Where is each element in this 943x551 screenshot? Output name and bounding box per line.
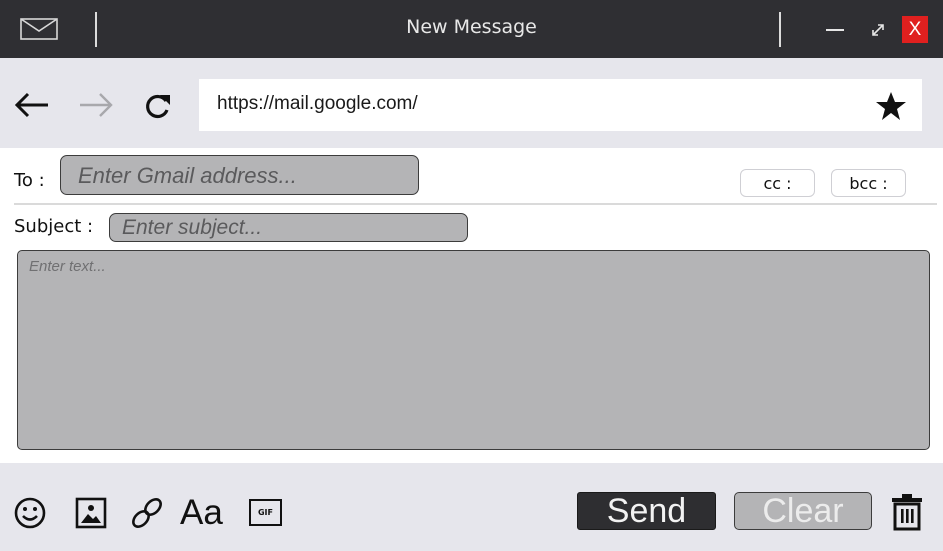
url-text: https://mail.google.com/ [217, 93, 418, 114]
send-button[interactable]: Send [577, 492, 716, 530]
window-title: New Message [406, 16, 537, 38]
subject-label: Subject : [14, 216, 94, 237]
compose-panel: To : Enter Gmail address... cc : bcc : S… [0, 148, 943, 463]
title-separator-right [779, 12, 781, 47]
browser-navbar: https://mail.google.com/ [0, 58, 943, 148]
reload-icon[interactable] [144, 92, 172, 120]
trash-icon[interactable] [891, 493, 923, 531]
minimize-icon [826, 29, 844, 31]
divider [14, 203, 937, 205]
maximize-button[interactable] [868, 16, 888, 44]
arrow-left-icon[interactable] [14, 92, 50, 118]
star-icon[interactable] [875, 91, 907, 121]
cc-button[interactable]: cc : [740, 169, 815, 197]
smiley-icon[interactable] [14, 497, 46, 529]
bcc-button[interactable]: bcc : [831, 169, 906, 197]
message-body-input[interactable]: Enter text... [17, 250, 930, 450]
title-bar: New Message X [0, 0, 943, 58]
compose-toolbar: Aa GIF Send Clear [0, 463, 943, 551]
arrow-right-icon[interactable] [78, 92, 114, 118]
minimize-button[interactable] [824, 16, 846, 44]
maximize-icon [872, 24, 884, 36]
subject-input[interactable]: Enter subject... [109, 213, 468, 242]
gif-label: GIF [257, 508, 273, 517]
gif-icon[interactable]: GIF [249, 499, 282, 526]
close-button[interactable]: X [902, 16, 928, 43]
image-icon[interactable] [75, 497, 107, 529]
address-bar[interactable]: https://mail.google.com/ [199, 79, 922, 131]
link-icon[interactable] [130, 497, 164, 529]
to-input[interactable]: Enter Gmail address... [60, 155, 419, 195]
clear-button[interactable]: Clear [734, 492, 872, 530]
to-label: To : [14, 170, 45, 191]
text-format-icon[interactable]: Aa [180, 493, 223, 533]
